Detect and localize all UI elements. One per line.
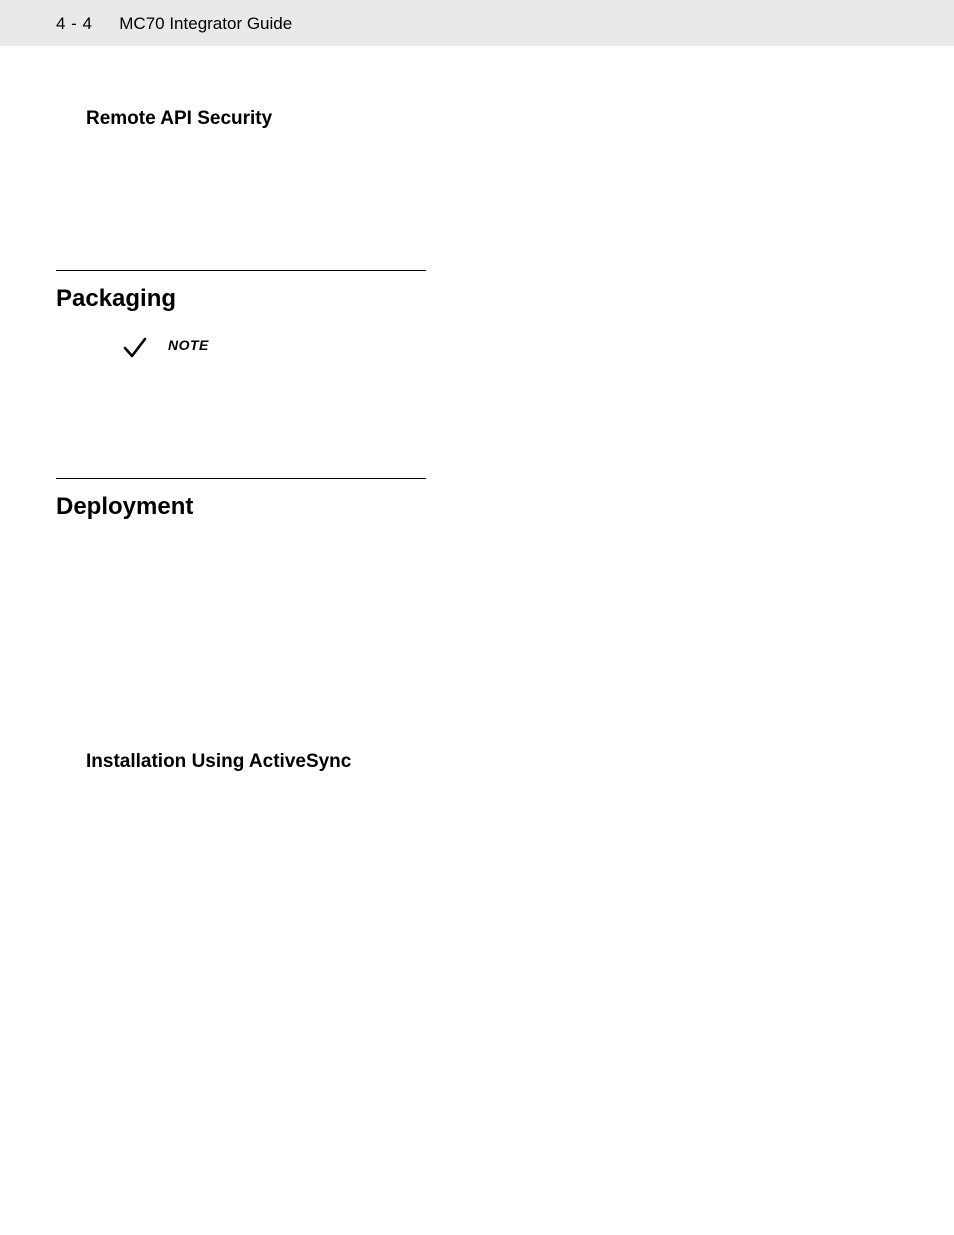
heading-remote-api-security: Remote API Security [86, 108, 898, 130]
heading-installation-activesync: Installation Using ActiveSync [86, 751, 898, 773]
checkmark-icon [122, 335, 148, 366]
heading-packaging: Packaging [56, 285, 898, 313]
page-number: 4 - 4 [56, 14, 93, 33]
page-header: 4 - 4 MC70 Integrator Guide [0, 0, 954, 46]
page-content: Remote API Security Packaging NOTE Deplo… [0, 108, 954, 773]
section-divider [56, 478, 426, 479]
note-callout: NOTE [122, 335, 898, 366]
section-divider [56, 270, 426, 271]
document-title: MC70 Integrator Guide [119, 14, 292, 33]
note-label: NOTE [168, 337, 209, 353]
heading-deployment: Deployment [56, 493, 898, 521]
